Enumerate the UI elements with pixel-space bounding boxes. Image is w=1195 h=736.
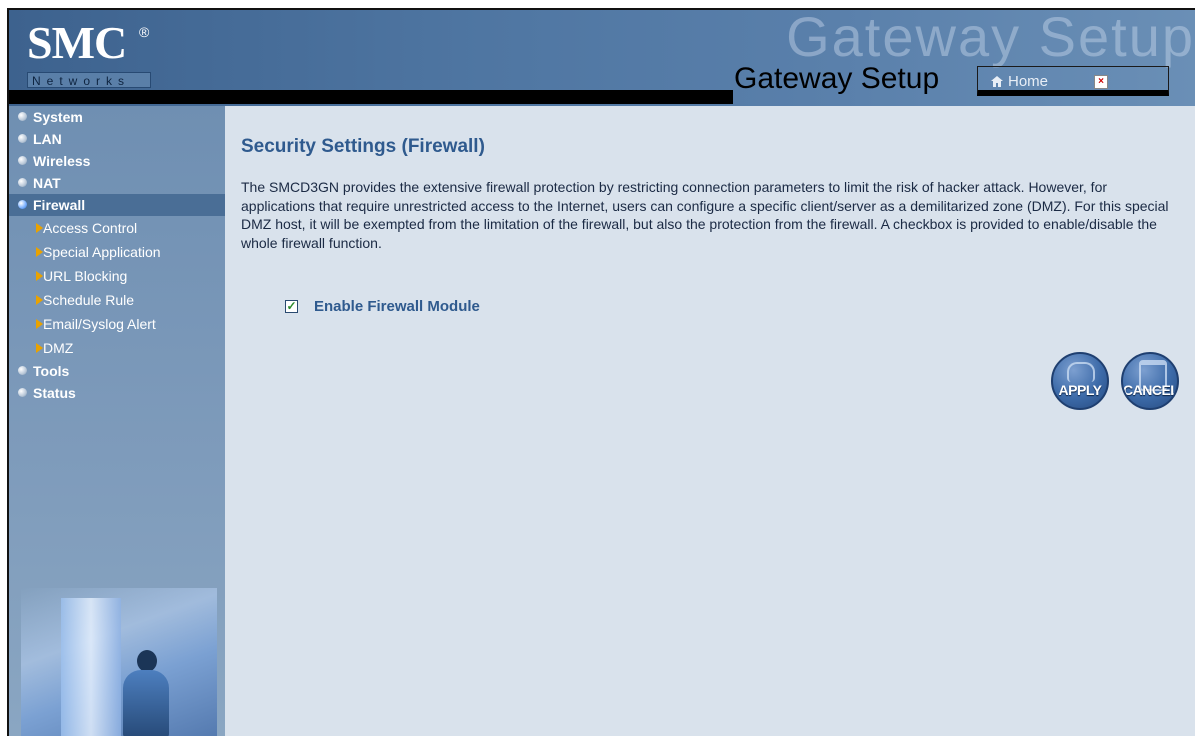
browser-frame: SMC ® Networks Gateway Setup Gateway Set…: [7, 8, 1195, 736]
header-divider: [9, 90, 733, 104]
submenu-item-label: DMZ: [43, 340, 74, 356]
submenu-item-url-blocking[interactable]: URL Blocking: [9, 264, 225, 288]
nav-bullet-icon: [18, 200, 27, 209]
sidebar-item-label: Tools: [33, 363, 70, 379]
sidebar-decorative-image: [21, 588, 217, 736]
submenu-arrow-icon: [36, 295, 43, 305]
sidebar-item-firewall[interactable]: Firewall: [9, 194, 225, 216]
header-watermark: Gateway Setup: [786, 10, 1195, 68]
page-title: Gateway Setup: [734, 62, 940, 95]
nav-bullet-icon: [18, 156, 27, 165]
home-label: Home: [1008, 73, 1049, 90]
submenu-item-dmz[interactable]: DMZ: [9, 336, 225, 360]
submenu-item-label: Email/Syslog Alert: [43, 316, 156, 332]
sidebar-item-label: Status: [33, 385, 76, 401]
sidebar: System LAN Wireless NAT Firewall Access …: [9, 106, 225, 736]
sidebar-item-label: NAT: [33, 175, 61, 191]
section-heading: Security Settings (Firewall): [241, 136, 485, 157]
submenu-item-email-syslog-alert[interactable]: Email/Syslog Alert: [9, 312, 225, 336]
submenu-item-schedule-rule[interactable]: Schedule Rule: [9, 288, 225, 312]
sidebar-item-wireless[interactable]: Wireless: [9, 150, 225, 172]
sidebar-item-label: System: [33, 109, 83, 125]
submenu-item-label: Special Application: [43, 244, 161, 260]
nav-bullet-icon: [18, 134, 27, 143]
submenu-item-special-application[interactable]: Special Application: [9, 240, 225, 264]
registered-mark: ®: [139, 24, 150, 40]
apply-button[interactable]: APPLY: [1051, 352, 1109, 410]
doorway-graphic: [61, 598, 121, 736]
logo-subtext: Networks: [27, 72, 151, 88]
nav-bullet-icon: [18, 366, 27, 375]
enable-firewall-checkbox[interactable]: ✓: [285, 300, 298, 313]
logo-text: SMC: [27, 17, 127, 68]
submenu-item-access-control[interactable]: Access Control: [9, 216, 225, 240]
sidebar-item-lan[interactable]: LAN: [9, 128, 225, 150]
submenu-arrow-icon: [36, 247, 43, 257]
submenu-arrow-icon: [36, 271, 43, 281]
section-description: The SMCD3GN provides the extensive firew…: [241, 179, 1169, 251]
submenu-arrow-icon: [36, 223, 43, 233]
enable-firewall-row[interactable]: ✓ Enable Firewall Module: [285, 298, 480, 315]
enable-firewall-label: Enable Firewall Module: [314, 298, 480, 315]
sidebar-item-label: LAN: [33, 131, 62, 147]
person-graphic-head: [137, 650, 157, 672]
sidebar-item-label: Wireless: [33, 153, 91, 169]
nav-bullet-icon: [18, 178, 27, 187]
nav-bullet-icon: [18, 112, 27, 121]
submenu-arrow-icon: [36, 319, 43, 329]
close-icon[interactable]: ×: [1094, 75, 1108, 89]
sidebar-item-system[interactable]: System: [9, 106, 225, 128]
apply-icon: [1067, 362, 1095, 382]
home-icon: [991, 76, 1003, 87]
person-graphic-body: [123, 670, 169, 736]
home-button[interactable]: Home: [990, 73, 1048, 90]
submenu-item-label: URL Blocking: [43, 268, 128, 284]
sidebar-item-nat[interactable]: NAT: [9, 172, 225, 194]
sidebar-item-tools[interactable]: Tools: [9, 360, 225, 382]
main-content: Security Settings (Firewall) The SMCD3GN…: [225, 106, 1195, 736]
sidebar-item-status[interactable]: Status: [9, 382, 225, 404]
smc-logo: SMC ® Networks: [19, 16, 159, 90]
nav-bullet-icon: [18, 388, 27, 397]
sidebar-item-label: Firewall: [33, 197, 86, 213]
cancel-button[interactable]: CANCEL: [1121, 352, 1179, 410]
submenu-item-label: Access Control: [43, 220, 138, 236]
apply-label: APPLY: [1058, 382, 1102, 398]
submenu-item-label: Schedule Rule: [43, 292, 135, 308]
header: SMC ® Networks Gateway Setup Gateway Set…: [9, 10, 1195, 106]
cancel-label: CANCEL: [1123, 382, 1179, 398]
submenu-arrow-icon: [36, 343, 43, 353]
home-bar: Home ×: [977, 66, 1169, 96]
